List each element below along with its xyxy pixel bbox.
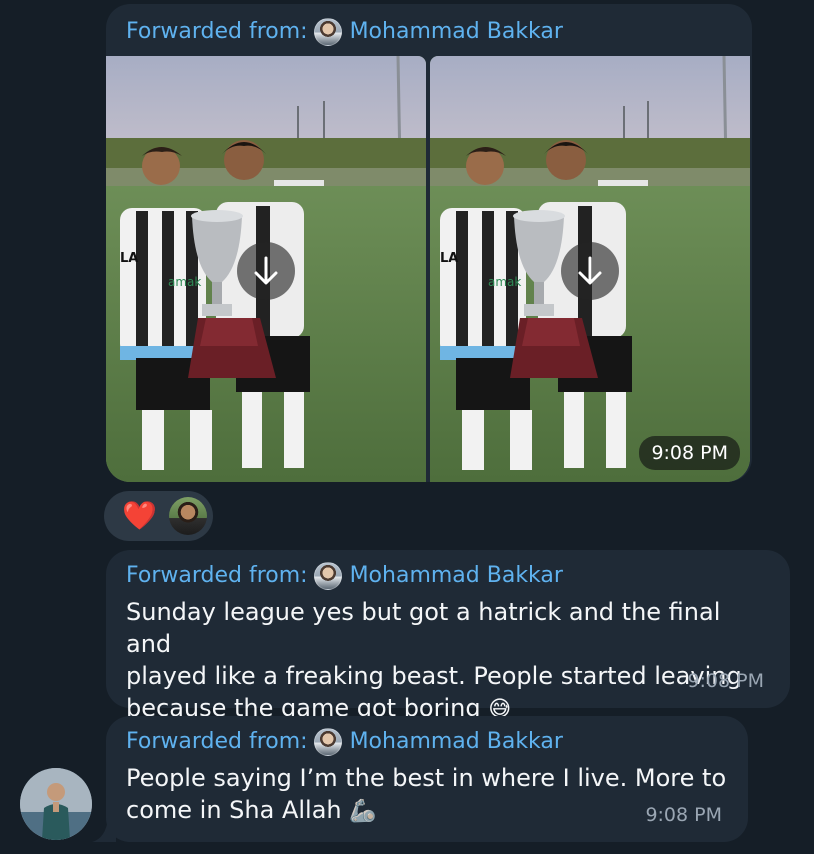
reaction-chip[interactable]: ❤️ [104, 491, 213, 541]
photo-message-bubble[interactable]: Forwarded from: Mohammad Bakkar LA amak … [106, 4, 752, 482]
heart-icon: ❤️ [122, 499, 157, 532]
sponsor-text: amak [168, 275, 201, 289]
message-body: People saying I’m the best in where I li… [126, 764, 727, 824]
flexed-arm-emoji: 🦾 [349, 799, 377, 824]
reactor-avatar [168, 497, 207, 535]
download-button[interactable] [237, 242, 295, 300]
message-time: 9:08 PM [645, 804, 722, 826]
text-message-bubble[interactable]: Forwarded from: Mohammad Bakkar Sunday l… [106, 550, 790, 722]
message-time: 9:08 PM [687, 670, 764, 692]
forwarded-label: Forwarded from: [126, 563, 308, 588]
photo-1[interactable]: LA amak [106, 56, 426, 482]
photo-2[interactable]: LA amak 9:08 PM [430, 56, 750, 482]
forward-source-avatar [313, 18, 342, 46]
forward-source-avatar [313, 562, 342, 590]
forward-source-avatar [313, 728, 342, 756]
arrow-down-icon [578, 256, 602, 285]
message-time: 9:08 PM [639, 436, 740, 470]
message-body: Sunday league yes but got a hatrick and … [126, 598, 742, 722]
forward-source-name[interactable]: Mohammad Bakkar [350, 18, 563, 46]
jersey-text: LA [440, 251, 458, 266]
arrow-down-icon [254, 256, 278, 285]
sponsor-text: amak [488, 275, 521, 289]
forwarded-header[interactable]: Forwarded from: Mohammad Bakkar [126, 16, 752, 48]
sender-avatar-image [20, 768, 92, 840]
forward-source-name[interactable]: Mohammad Bakkar [350, 562, 563, 590]
forwarded-header[interactable]: Forwarded from: Mohammad Bakkar [126, 728, 728, 756]
chat-view: Forwarded from: Mohammad Bakkar LA amak … [0, 0, 814, 854]
download-button[interactable] [561, 242, 619, 300]
message-text: Sunday league yes but got a hatrick and … [126, 596, 770, 726]
forwarded-header[interactable]: Forwarded from: Mohammad Bakkar [126, 562, 770, 590]
forwarded-label: Forwarded from: [126, 729, 308, 754]
forwarded-label: Forwarded from: [126, 19, 308, 44]
forward-source-name[interactable]: Mohammad Bakkar [350, 728, 563, 756]
sender-avatar[interactable] [20, 768, 92, 840]
jersey-text: LA [120, 251, 138, 266]
message-text: People saying I’m the best in where I li… [126, 762, 728, 828]
text-message-bubble[interactable]: Forwarded from: Mohammad Bakkar People s… [106, 716, 748, 842]
bubble-tail [92, 818, 116, 842]
